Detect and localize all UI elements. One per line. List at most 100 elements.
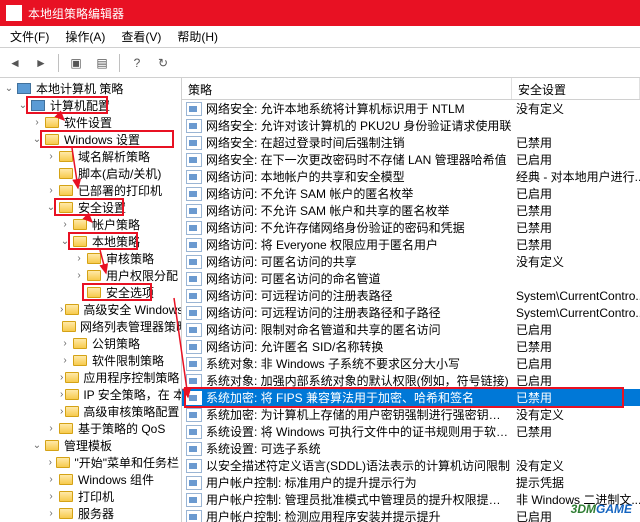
tree-item[interactable]: ›用户权限分配	[0, 267, 181, 284]
policy-icon	[186, 272, 202, 286]
tree-item[interactable]: ›审核策略	[0, 250, 181, 267]
expand-icon[interactable]: ›	[60, 304, 63, 315]
tree-item[interactable]: › 公钥策略	[0, 335, 181, 352]
folder-icon	[44, 133, 60, 147]
expand-icon[interactable]: ›	[46, 457, 54, 468]
forward-button[interactable]: ►	[30, 52, 52, 74]
tree-label: 域名解析策略	[76, 148, 152, 165]
expand-icon[interactable]: ›	[60, 338, 70, 349]
expand-icon[interactable]: ›	[60, 406, 63, 417]
tree-item[interactable]: ⌄本地策略	[0, 233, 181, 250]
folder-icon	[72, 354, 88, 368]
policy-icon	[186, 221, 202, 235]
tree-item[interactable]: ⌄Windows 设置	[0, 131, 181, 148]
export-button[interactable]: ▤	[91, 52, 113, 74]
policy-row[interactable]: 网络安全: 在下一次更改密码时不存储 LAN 管理器哈希值已启用	[182, 151, 640, 168]
tree-item[interactable]: 安全选项	[0, 284, 181, 301]
policy-row[interactable]: 网络访问: 可远程访问的注册表路径和子路径System\CurrentContr…	[182, 304, 640, 321]
collapse-icon[interactable]: ⌄	[46, 202, 56, 213]
tree-item[interactable]: ›软件限制策略	[0, 352, 181, 369]
collapse-icon[interactable]: ⌄	[60, 236, 70, 247]
tree-item[interactable]: ›高级审核策略配置	[0, 403, 181, 420]
tree-item[interactable]: ›服务器	[0, 505, 181, 522]
menu-action[interactable]: 操作(A)	[57, 26, 113, 47]
expand-icon[interactable]: ›	[46, 508, 56, 519]
policy-row[interactable]: 网络访问: 本地帐户的共享和安全模型经典 - 对本地用户进行...	[182, 168, 640, 185]
tree-item[interactable]: › 域名解析策略	[0, 148, 181, 165]
expand-icon[interactable]: ›	[60, 389, 63, 400]
tree-item[interactable]: 网络列表管理器策略	[0, 318, 181, 335]
policy-row[interactable]: 系统对象: 加强内部系统对象的默认权限(例如，符号链接)已启用	[182, 372, 640, 389]
tree-item[interactable]: ›已部署的打印机	[0, 182, 181, 199]
policy-row[interactable]: 用户帐户控制: 标准用户的提升提示行为提示凭据	[182, 474, 640, 491]
back-button[interactable]: ◄	[4, 52, 26, 74]
expand-icon[interactable]: ›	[60, 355, 70, 366]
expand-icon[interactable]: ›	[32, 117, 42, 128]
policy-row[interactable]: 网络访问: 将 Everyone 权限应用于匿名用户已禁用	[182, 236, 640, 253]
policy-row[interactable]: 网络访问: 可匿名访问的共享没有定义	[182, 253, 640, 270]
policy-row[interactable]: 系统设置: 可选子系统	[182, 440, 640, 457]
menu-view[interactable]: 查看(V)	[113, 26, 169, 47]
expand-icon[interactable]: ›	[60, 372, 63, 383]
expand-icon[interactable]: ›	[74, 253, 84, 264]
policy-row[interactable]: 网络安全: 允许本地系统将计算机标识用于 NTLM没有定义	[182, 100, 640, 117]
security-setting: System\CurrentContro...	[512, 306, 640, 320]
expand-icon[interactable]: ›	[46, 423, 56, 434]
tree-label: 公钥策略	[90, 335, 142, 352]
tree-item[interactable]: ›"开始"菜单和任务栏	[0, 454, 181, 471]
tree-item[interactable]: ⌄管理模板	[0, 437, 181, 454]
col-security[interactable]: 安全设置	[512, 78, 640, 99]
help-button[interactable]: ?	[126, 52, 148, 74]
expand-icon[interactable]: ›	[74, 270, 84, 281]
policy-row[interactable]: 网络访问: 可远程访问的注册表路径System\CurrentContro...	[182, 287, 640, 304]
tree-item[interactable]: ⌄计算机配置	[0, 97, 181, 114]
collapse-icon[interactable]: ⌄	[18, 100, 28, 111]
tree-item[interactable]: ›应用程序控制策略	[0, 369, 181, 386]
policy-icon	[186, 374, 202, 388]
expand-icon[interactable]: ›	[46, 474, 56, 485]
tree-item[interactable]: ›软件设置	[0, 114, 181, 131]
expand-icon[interactable]: ›	[60, 219, 70, 230]
tree-item[interactable]: ›基于策略的 QoS	[0, 420, 181, 437]
tree-item[interactable]: ›打印机	[0, 488, 181, 505]
expand-icon[interactable]: ›	[46, 491, 56, 502]
policy-row[interactable]: 以安全描述符定义语言(SDDL)语法表示的计算机访问限制没有定义	[182, 457, 640, 474]
collapse-icon[interactable]: ⌄	[32, 134, 42, 145]
policy-row[interactable]: 系统加密: 将 FIPS 兼容算法用于加密、哈希和签名已禁用	[182, 389, 640, 406]
policy-name: 用户帐户控制: 管理员批准模式中管理员的提升权限提示的...	[206, 491, 512, 508]
menu-file[interactable]: 文件(F)	[2, 26, 57, 47]
policy-row[interactable]: 网络访问: 允许匿名 SID/名称转换已禁用	[182, 338, 640, 355]
expand-icon[interactable]: ›	[46, 151, 56, 162]
tree-item[interactable]: ⌄本地计算机 策略	[0, 80, 181, 97]
tree-item[interactable]: ⌄安全设置	[0, 199, 181, 216]
col-policy[interactable]: 策略	[182, 78, 512, 99]
policy-row[interactable]: 网络访问: 不允许存储网络身份验证的密码和凭据已禁用	[182, 219, 640, 236]
policy-row[interactable]: 网络安全: 在超过登录时间后强制注销已禁用	[182, 134, 640, 151]
refresh-button[interactable]: ↻	[152, 52, 174, 74]
policy-row[interactable]: 网络访问: 可匿名访问的命名管道	[182, 270, 640, 287]
collapse-icon[interactable]: ⌄	[4, 83, 14, 94]
tree-item[interactable]: › IP 安全策略，在 本地	[0, 386, 181, 403]
menu-help[interactable]: 帮助(H)	[169, 26, 226, 47]
list-body[interactable]: 网络安全: 允许本地系统将计算机标识用于 NTLM没有定义网络安全: 允许对该计…	[182, 100, 640, 522]
tree-item[interactable]: ›高级安全 Windows 防	[0, 301, 181, 318]
policy-row[interactable]: 网络安全: 允许对该计算机的 PKU2U 身份验证请求使用联	[182, 117, 640, 134]
tree-item[interactable]: ›帐户策略	[0, 216, 181, 233]
policy-row[interactable]: 系统对象: 非 Windows 子系统不要求区分大小写已启用	[182, 355, 640, 372]
folder-icon	[72, 337, 88, 351]
policy-row[interactable]: 网络访问: 限制对命名管道和共享的匿名访问已启用	[182, 321, 640, 338]
policy-icon	[186, 306, 202, 320]
tree-view[interactable]: ⌄本地计算机 策略⌄计算机配置›软件设置⌄Windows 设置 › 域名解析策略脚本…	[0, 78, 182, 522]
policy-row[interactable]: 系统加密: 为计算机上存储的用户密钥强制进行强密钥保护没有定义	[182, 406, 640, 423]
tree-item[interactable]: ›Windows 组件	[0, 471, 181, 488]
policy-row[interactable]: 网络访问: 不允许 SAM 帐户和共享的匿名枚举已禁用	[182, 202, 640, 219]
tree-item[interactable]: 脚本(启动/关机)	[0, 165, 181, 182]
expand-icon[interactable]: ›	[46, 185, 56, 196]
collapse-icon[interactable]: ⌄	[32, 440, 42, 451]
up-button[interactable]: ▣	[65, 52, 87, 74]
policy-row[interactable]: 系统设置: 将 Windows 可执行文件中的证书规则用于软件...已禁用	[182, 423, 640, 440]
tree-label: IP 安全策略，在 本地	[81, 386, 182, 403]
policy-row[interactable]: 网络访问: 不允许 SAM 帐户的匿名枚举已启用	[182, 185, 640, 202]
security-setting: 没有定义	[512, 457, 640, 474]
watermark: 3DMGAME	[571, 500, 632, 518]
